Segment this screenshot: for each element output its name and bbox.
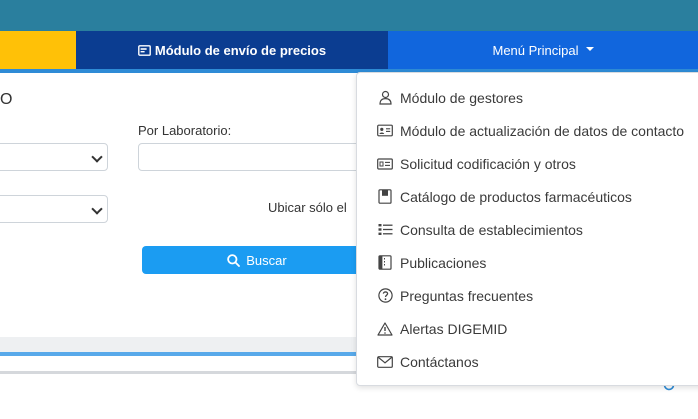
menu-item-label: Consulta de establecimientos — [400, 221, 583, 238]
warning-icon — [377, 321, 393, 337]
list-icon — [377, 222, 393, 238]
navbar: Módulo de envío de precios Menú Principa… — [0, 31, 698, 69]
main-menu-button[interactable]: Menú Principal — [388, 31, 698, 69]
menu-item-catalogo-productos[interactable]: Catálogo de productos farmacéuticos — [357, 180, 698, 213]
laboratorio-label: Por Laboratorio: — [138, 123, 232, 138]
menu-item-label: Catálogo de productos farmacéuticos — [400, 188, 632, 205]
laboratorio-input[interactable] — [138, 143, 368, 171]
filter-select-1[interactable] — [0, 143, 108, 171]
menu-item-contactanos[interactable]: Contáctanos — [357, 345, 698, 378]
menu-item-label: Módulo de actualización de datos de cont… — [400, 122, 685, 139]
envelope-icon — [377, 354, 393, 370]
main-menu-label: Menú Principal — [492, 42, 579, 58]
main-menu-dropdown: Módulo de gestores Módulo de actualizaci… — [356, 72, 698, 386]
journal-icon — [377, 255, 393, 271]
chevron-down-icon — [91, 203, 103, 215]
menu-item-solicitud-codificacion[interactable]: Solicitud codificación y otros — [357, 147, 698, 180]
menu-item-label: Alertas DIGEMID — [400, 320, 508, 337]
nav-envio-precios[interactable]: Módulo de envío de precios — [76, 31, 388, 69]
search-icon — [227, 253, 241, 267]
nav-yellow-tab[interactable] — [0, 31, 76, 69]
menu-item-actualizacion-contacto[interactable]: Módulo de actualización de datos de cont… — [357, 114, 698, 147]
chevron-down-icon — [91, 151, 103, 163]
menu-item-consulta-establecimientos[interactable]: Consulta de establecimientos — [357, 213, 698, 246]
ubicar-label: Ubicar sólo el — [268, 200, 347, 215]
buscar-button[interactable]: Buscar — [142, 246, 372, 274]
price-tag-icon — [137, 44, 151, 56]
search-card-title: O — [0, 91, 13, 108]
menu-item-label: Contáctanos — [400, 353, 479, 370]
menu-item-label: Preguntas frecuentes — [400, 287, 534, 304]
caret-down-icon — [585, 47, 594, 51]
buscar-label: Buscar — [246, 252, 287, 268]
filter-select-2[interactable] — [0, 195, 108, 223]
id-card-icon — [377, 123, 393, 139]
menu-item-alertas-digemid[interactable]: Alertas DIGEMID — [357, 312, 698, 345]
menu-item-label: Publicaciones — [400, 254, 487, 271]
menu-item-label: Módulo de gestores — [400, 89, 523, 106]
question-circle-icon — [377, 288, 393, 304]
menu-item-preguntas-frecuentes[interactable]: Preguntas frecuentes — [357, 279, 698, 312]
book-icon — [377, 189, 393, 205]
results-blue-strip — [0, 352, 360, 356]
menu-item-gestores[interactable]: Módulo de gestores — [357, 81, 698, 114]
card-divider — [0, 371, 360, 374]
card-list-icon — [377, 156, 393, 172]
nav-envio-label: Módulo de envío de precios — [154, 42, 327, 58]
person-icon — [377, 90, 393, 106]
menu-item-publicaciones[interactable]: Publicaciones — [357, 246, 698, 279]
search-card: O Por Laboratorio: Ubicar sólo el Buscar — [0, 73, 372, 374]
top-banner — [0, 0, 698, 31]
menu-item-label: Solicitud codificación y otros — [400, 155, 576, 172]
results-header-strip — [0, 337, 360, 352]
